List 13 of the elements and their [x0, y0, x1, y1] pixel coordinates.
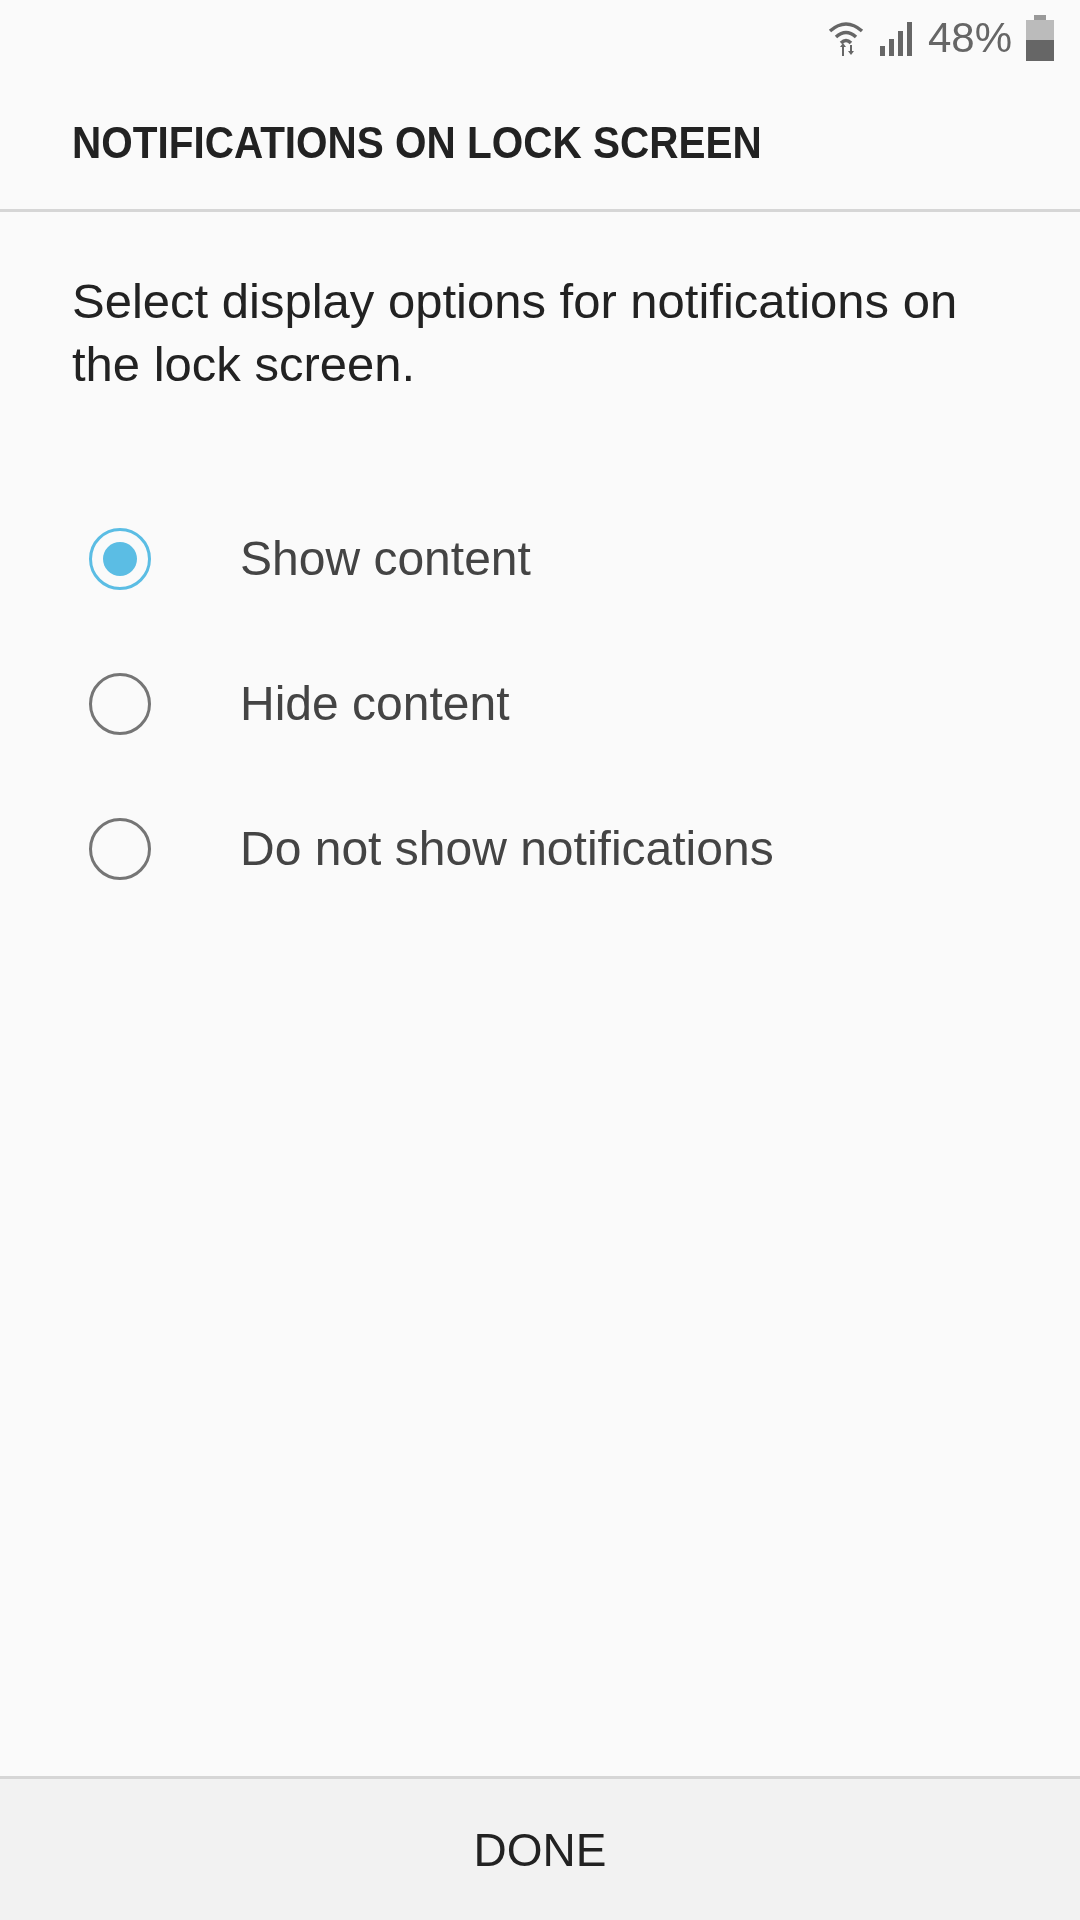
- radio-button[interactable]: [89, 527, 151, 590]
- description-text: Select display options for notifications on the lock screen.: [72, 273, 959, 393]
- done-button[interactable]: DONE: [0, 1776, 1080, 1920]
- signal-icon: [877, 20, 914, 56]
- option-label[interactable]: Hide content: [240, 676, 510, 731]
- battery-icon: [1026, 15, 1054, 61]
- option-label[interactable]: Do not show notifications: [240, 821, 774, 876]
- screen-title: NOTIFICATIONS ON LOCK SCREEN: [72, 117, 762, 168]
- radio-button[interactable]: [89, 817, 151, 880]
- option-label[interactable]: Show content: [240, 531, 531, 586]
- wifi-icon: [827, 19, 864, 57]
- radio-button[interactable]: [89, 672, 151, 735]
- battery-percentage: 48%: [927, 14, 1012, 62]
